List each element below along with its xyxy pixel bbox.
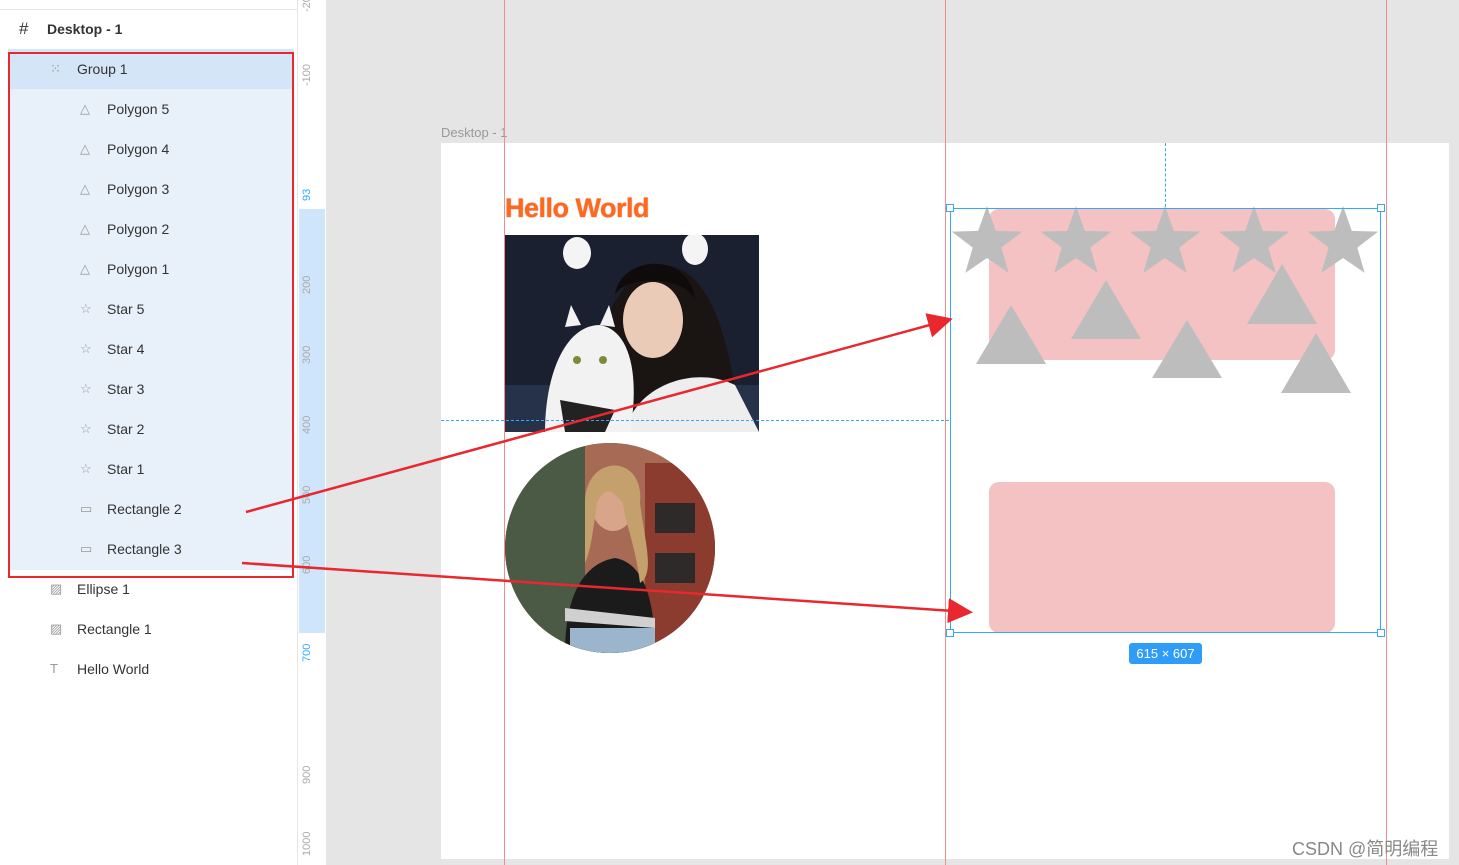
resize-handle-bottom-left[interactable] xyxy=(946,629,954,637)
selection-bounding-box[interactable] xyxy=(950,208,1381,633)
selection-size-badge: 615 × 607 xyxy=(1129,643,1202,664)
watermark-text: CSDN @简明编程 xyxy=(1292,839,1439,859)
resize-handle-bottom-right[interactable] xyxy=(1377,629,1385,637)
resize-handle-top-left[interactable] xyxy=(946,204,954,212)
resize-handle-top-right[interactable] xyxy=(1377,204,1385,212)
